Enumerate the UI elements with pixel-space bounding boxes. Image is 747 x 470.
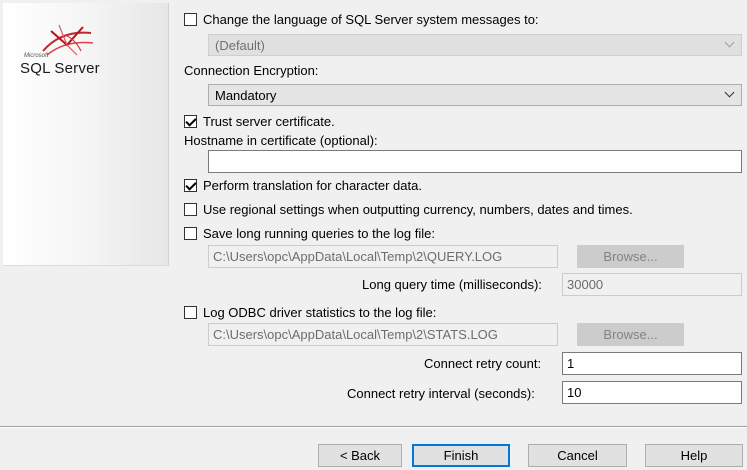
long-query-time-input[interactable]: 30000 bbox=[562, 273, 742, 296]
long-query-time-value: 30000 bbox=[567, 277, 604, 292]
retry-interval-label: Connect retry interval (seconds): bbox=[347, 386, 535, 401]
trust-cert-label: Trust server certificate. bbox=[203, 114, 335, 129]
odbc-stats-browse-label: Browse... bbox=[603, 327, 658, 342]
long-queries-browse-label: Browse... bbox=[603, 249, 658, 264]
trust-cert-checkbox-row[interactable]: Trust server certificate. bbox=[184, 114, 335, 129]
finish-button[interactable]: Finish bbox=[412, 444, 510, 467]
odbc-stats-label: Log ODBC driver statistics to the log fi… bbox=[203, 305, 437, 320]
long-query-time-label: Long query time (milliseconds): bbox=[362, 277, 542, 292]
logo-product-name: SQL Server bbox=[20, 60, 100, 77]
logo-microsoft-text: Microsoft bbox=[24, 53, 49, 59]
retry-count-label: Connect retry count: bbox=[424, 356, 542, 371]
chevron-down-icon bbox=[724, 87, 735, 98]
language-checkbox-label: Change the language of SQL Server system… bbox=[203, 12, 539, 27]
odbc-stats-checkbox[interactable] bbox=[184, 306, 197, 319]
footer-separator bbox=[0, 426, 747, 428]
sql-server-banner: Microsoft SQL Server bbox=[3, 3, 169, 266]
long-queries-browse-button[interactable]: Browse... bbox=[577, 245, 684, 268]
finish-button-label: Finish bbox=[443, 448, 479, 463]
hostname-label: Hostname in certificate (optional): bbox=[184, 133, 378, 148]
help-button[interactable]: Help bbox=[645, 444, 743, 467]
long-queries-path-input[interactable]: C:\Users\opc\AppData\Local\Temp\2\QUERY.… bbox=[208, 245, 558, 268]
translation-label: Perform translation for character data. bbox=[203, 178, 422, 193]
hostname-input[interactable] bbox=[208, 150, 742, 173]
back-button-label: < Back bbox=[339, 448, 381, 463]
long-queries-checkbox-row[interactable]: Save long running queries to the log fil… bbox=[184, 226, 435, 241]
odbc-stats-path-value: C:\Users\opc\AppData\Local\Temp\2\STATS.… bbox=[213, 327, 498, 342]
cancel-button[interactable]: Cancel bbox=[528, 444, 627, 467]
odbc-stats-path-input[interactable]: C:\Users\opc\AppData\Local\Temp\2\STATS.… bbox=[208, 323, 558, 346]
language-select[interactable]: (Default) bbox=[208, 34, 742, 56]
encryption-select-value: Mandatory bbox=[215, 87, 277, 103]
trust-cert-checkbox[interactable] bbox=[184, 115, 197, 128]
language-checkbox[interactable] bbox=[184, 13, 197, 26]
encryption-select[interactable]: Mandatory bbox=[208, 84, 742, 106]
retry-interval-input[interactable]: 10 bbox=[562, 381, 742, 404]
encryption-label: Connection Encryption: bbox=[184, 63, 319, 78]
retry-interval-value: 10 bbox=[567, 385, 582, 400]
regional-checkbox-row[interactable]: Use regional settings when outputting cu… bbox=[184, 202, 633, 217]
cancel-button-label: Cancel bbox=[557, 448, 598, 463]
odbc-stats-browse-button[interactable]: Browse... bbox=[577, 323, 684, 346]
odbc-stats-checkbox-row[interactable]: Log ODBC driver statistics to the log fi… bbox=[184, 305, 436, 320]
help-button-label: Help bbox=[680, 448, 708, 463]
back-button[interactable]: < Back bbox=[318, 444, 402, 467]
long-queries-checkbox[interactable] bbox=[184, 227, 197, 240]
translation-checkbox-row[interactable]: Perform translation for character data. bbox=[184, 178, 422, 193]
regional-label: Use regional settings when outputting cu… bbox=[203, 202, 633, 217]
chevron-down-icon bbox=[724, 37, 735, 48]
translation-checkbox[interactable] bbox=[184, 179, 197, 192]
regional-checkbox[interactable] bbox=[184, 203, 197, 216]
language-select-value: (Default) bbox=[215, 37, 265, 53]
retry-count-input[interactable]: 1 bbox=[562, 352, 742, 375]
long-queries-label: Save long running queries to the log fil… bbox=[203, 226, 435, 241]
language-checkbox-row[interactable]: Change the language of SQL Server system… bbox=[184, 12, 539, 27]
long-queries-path-value: C:\Users\opc\AppData\Local\Temp\2\QUERY.… bbox=[213, 249, 503, 264]
retry-count-value: 1 bbox=[567, 356, 575, 371]
